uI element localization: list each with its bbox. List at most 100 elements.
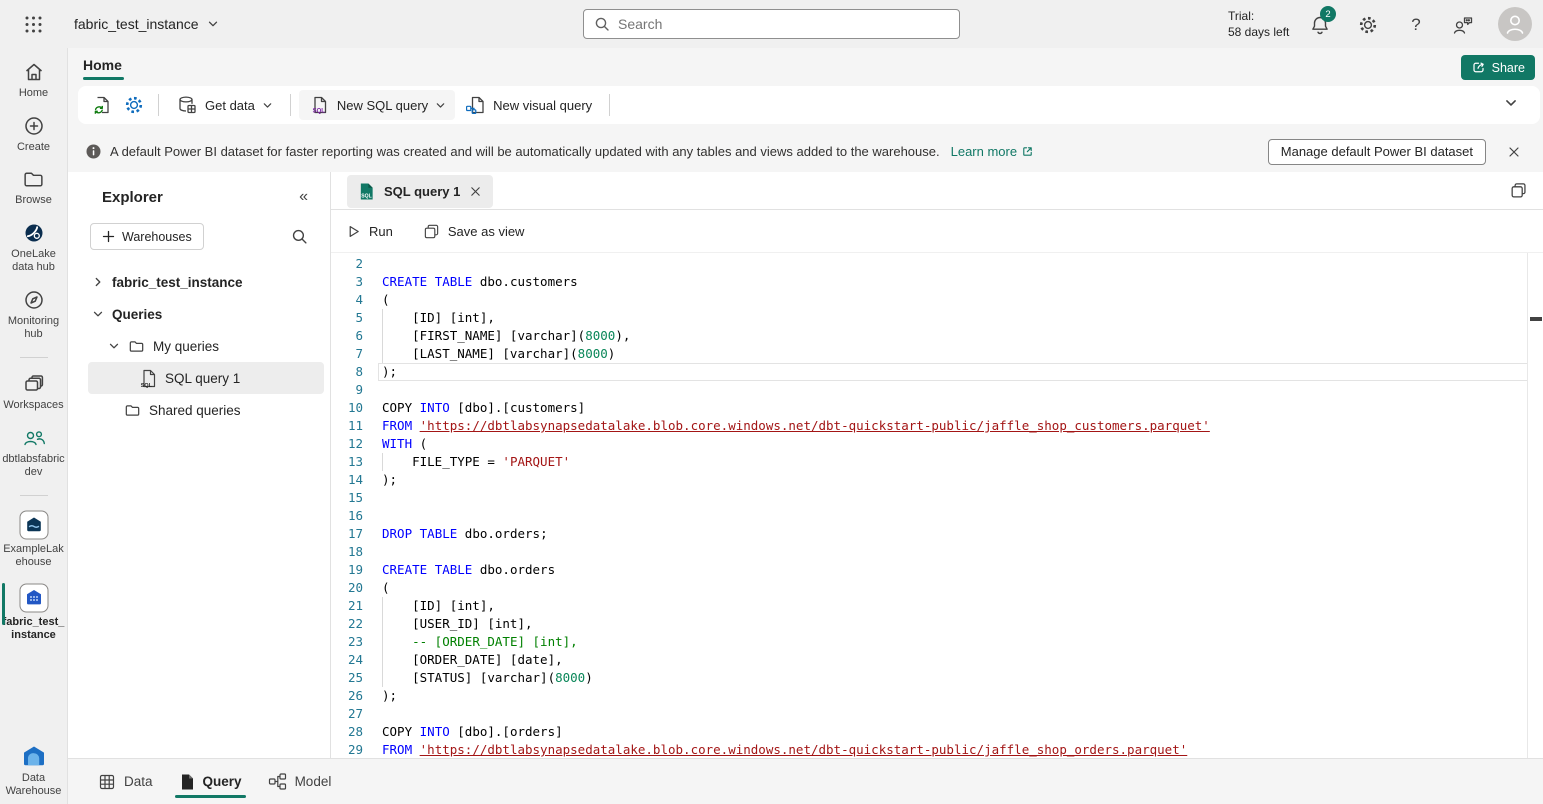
new-sql-query-button[interactable]: SQL New SQL query [299, 90, 455, 120]
refresh-document-button[interactable] [86, 90, 118, 120]
line-content: COPY INTO [dbo].[orders] [378, 723, 1527, 741]
rail-item-onelake-data-hub[interactable]: OneLake data hub [0, 221, 68, 274]
collapse-panel-icon[interactable]: « [299, 188, 308, 206]
tab-home[interactable]: Home [83, 57, 122, 73]
rail-item-label: Monitoring hub [2, 315, 66, 341]
code-line-10[interactable]: 10COPY INTO [dbo].[customers] [331, 399, 1527, 417]
line-content: FROM 'https://dbtlabsynapsedatalake.blob… [378, 741, 1527, 758]
new-visual-query-button[interactable]: New visual query [455, 90, 601, 120]
app-launcher-icon[interactable] [16, 7, 50, 41]
view-tab-model[interactable]: Model [268, 759, 332, 804]
rail-item-browse[interactable]: Browse [0, 168, 68, 207]
monitoring-icon [22, 288, 46, 312]
view-tab-data[interactable]: Data [98, 759, 153, 804]
rail-item-fabric-test-instance[interactable]: fabric_test_instance [0, 583, 68, 642]
rail-item-examplelakehouse[interactable]: ExampleLakehouse [0, 510, 68, 569]
code-line-25[interactable]: 25 [STATUS] [varchar](8000) [331, 669, 1527, 687]
code-line-17[interactable]: 17DROP TABLE dbo.orders; [331, 525, 1527, 543]
code-line-15[interactable]: 15 [331, 489, 1527, 507]
tree-item-fabric-test-instance[interactable]: fabric_test_instance [68, 266, 330, 298]
rail-item-dbtlabsfabricdev[interactable]: dbtlabsfabricdev [0, 426, 68, 479]
code-line-4[interactable]: 4( [331, 291, 1527, 309]
tree-item-shared-queries[interactable]: Shared queries [68, 394, 330, 426]
manage-default-dataset-button[interactable]: Manage default Power BI dataset [1268, 139, 1486, 165]
chevron-down-icon[interactable] [108, 340, 120, 352]
info-icon [86, 144, 101, 159]
code-line-11[interactable]: 11FROM 'https://dbtlabsynapsedatalake.bl… [331, 417, 1527, 435]
code-line-13[interactable]: 13 FILE_TYPE = 'PARQUET' [331, 453, 1527, 471]
code-line-12[interactable]: 12WITH ( [331, 435, 1527, 453]
code-line-27[interactable]: 27 [331, 705, 1527, 723]
settings-button[interactable] [1355, 12, 1381, 38]
chevron-right-icon[interactable] [92, 276, 104, 288]
editor-overview-ruler[interactable] [1527, 253, 1543, 758]
rail-item-monitoring-hub[interactable]: Monitoring hub [0, 288, 68, 341]
line-content: -- [ORDER_DATE] [int], [378, 633, 1527, 651]
svg-text:SQL: SQL [361, 193, 371, 199]
code-line-6[interactable]: 6 [FIRST_NAME] [varchar](8000), [331, 327, 1527, 345]
workspace-switcher[interactable]: fabric_test_instance [74, 16, 219, 32]
tree-item-queries[interactable]: Queries [68, 298, 330, 330]
line-content: [FIRST_NAME] [varchar](8000), [378, 327, 1527, 345]
folder-small-icon [124, 402, 141, 419]
close-tab-icon[interactable] [469, 185, 482, 198]
rail-item-data-warehouse[interactable]: Data Warehouse [0, 743, 68, 798]
get-data-button[interactable]: Get data [167, 90, 282, 120]
warehouse-settings-button[interactable] [118, 90, 150, 120]
share-button[interactable]: Share [1461, 55, 1535, 80]
view-tab-query[interactable]: Query [179, 759, 242, 804]
line-content: ); [378, 363, 1527, 381]
copy-icon[interactable] [1509, 181, 1528, 200]
code-line-24[interactable]: 24 [ORDER_DATE] [date], [331, 651, 1527, 669]
collapse-ribbon-button[interactable] [1504, 96, 1518, 113]
code-line-22[interactable]: 22 [USER_ID] [int], [331, 615, 1527, 633]
sql-code-area[interactable]: 23CREATE TABLE dbo.customers4(5 [ID] [in… [331, 253, 1527, 758]
code-line-28[interactable]: 28COPY INTO [dbo].[orders] [331, 723, 1527, 741]
line-number: 29 [331, 741, 363, 758]
add-warehouses-button[interactable]: Warehouses [90, 223, 204, 250]
line-content: [LAST_NAME] [varchar](8000) [378, 345, 1527, 363]
table-grid-icon [98, 773, 116, 791]
line-number: 9 [331, 381, 363, 399]
help-button[interactable]: ? [1403, 12, 1429, 38]
tree-item-sql-query-1[interactable]: SQLSQL query 1 [88, 362, 324, 394]
rail-item-workspaces[interactable]: Workspaces [0, 372, 68, 412]
code-line-5[interactable]: 5 [ID] [int], [331, 309, 1527, 327]
tree-item-my-queries[interactable]: My queries [68, 330, 330, 362]
code-line-19[interactable]: 19CREATE TABLE dbo.orders [331, 561, 1527, 579]
code-line-18[interactable]: 18 [331, 543, 1527, 561]
code-line-8[interactable]: 8); [331, 363, 1527, 381]
code-line-7[interactable]: 7 [LAST_NAME] [varchar](8000) [331, 345, 1527, 363]
code-line-14[interactable]: 14); [331, 471, 1527, 489]
toolbar-divider [158, 94, 159, 116]
explorer-search-icon[interactable] [291, 228, 308, 245]
code-line-29[interactable]: 29 FROM 'https://dbtlabsynapsedatalake.bl… [331, 741, 1527, 758]
global-search[interactable] [583, 9, 960, 39]
code-line-26[interactable]: 26); [331, 687, 1527, 705]
rail-divider [20, 357, 48, 358]
save-as-view-button[interactable]: Save as view [423, 223, 525, 240]
rail-item-create[interactable]: Create [0, 114, 68, 154]
line-content: ( [378, 579, 1527, 597]
code-line-20[interactable]: 20( [331, 579, 1527, 597]
line-content [378, 489, 1527, 507]
query-tab[interactable]: SQL SQL query 1 [347, 175, 493, 208]
tree-item-label: fabric_test_instance [112, 275, 243, 290]
toolbar-divider [609, 94, 610, 116]
code-line-9[interactable]: 9 [331, 381, 1527, 399]
run-button[interactable]: Run [346, 224, 393, 239]
code-line-2[interactable]: 2 [331, 255, 1527, 273]
code-line-3[interactable]: 3CREATE TABLE dbo.customers [331, 273, 1527, 291]
banner-close-icon[interactable] [1503, 141, 1525, 163]
avatar[interactable] [1498, 7, 1532, 41]
feedback-button[interactable] [1450, 12, 1476, 38]
code-line-16[interactable]: 16 [331, 507, 1527, 525]
code-line-21[interactable]: 21 [ID] [int], [331, 597, 1527, 615]
code-line-23[interactable]: 23 -- [ORDER_DATE] [int], [331, 633, 1527, 651]
learn-more-link[interactable]: Learn more [951, 144, 1034, 159]
chevron-down-icon[interactable] [92, 308, 104, 320]
line-number: 11 [331, 417, 363, 435]
sql-document-icon: SQL [308, 94, 330, 116]
search-input[interactable] [618, 16, 949, 32]
rail-item-home[interactable]: Home [0, 60, 68, 100]
